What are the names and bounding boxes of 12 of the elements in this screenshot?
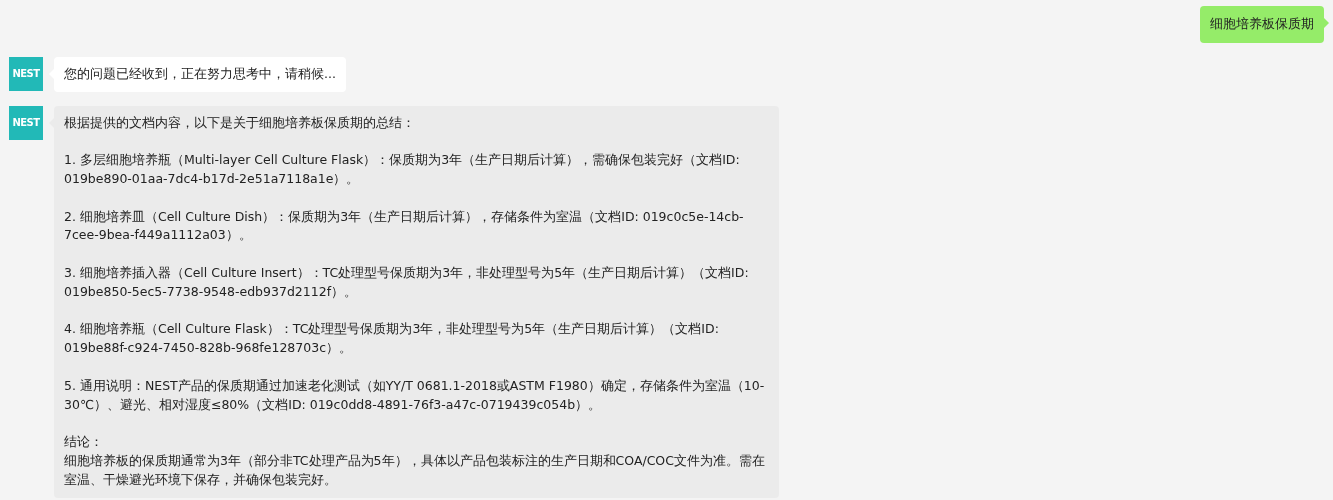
message-text: 4. 细胞培养瓶（Cell Culture Flask）：TC处理型号保质期为3年，非处理型号为5年（生产日期后计算）（文档ID: 019be88f-c924-7450-828b-968fe128703c）。 [64,320,720,358]
message-text: 细胞培养板的保质期通常为3年（部分非TC处理产品为5年），具体以产品包装标注的生产日期和COA/COC文件为准。需在室温、干燥避光环境下保存，并确保包装完好。 [64,451,766,489]
message-text: 根据提供的文档内容，以下是关于细胞培养板保质期的总结： [64,113,416,132]
avatar-logo: NEST [9,105,43,140]
message-text: 1. 多层细胞培养瓶（Multi-layer Cell Culture Flask）：保质期为3年（生产日期后计算），需确保包装完好（文档ID: 019be890-01aa-7dc4-b17d-2e51a7118a1e）。 [64,151,741,188]
message-text: 2. 细胞培养皿（Cell Culture Dish）：保质期为3年（生产日期后计算），存储条件为室温（文档ID: 019c0c5e-14cb-7cee-9bea-f449a1112a03）。 [64,207,745,245]
avatar-logo: NEST [9,56,43,91]
message-text: 5. 通用说明：NEST产品的保质期通过加速老化测试（如YY/T 0681.1-2018或ASTM F1980）确定，存储条件为室温（10-30℃）、避光、相对湿度≤80%（文档ID: 019c0dd8-4891-76f3-a47c-0719439c054b）。 [64,376,766,414]
message-text: 结论： [64,433,104,452]
message-text: 您的问题已经收到，正在努力思考中，请稍候... [64,64,336,83]
message-text: 细胞培养板保质期 [1210,15,1314,33]
message-text: 3. 细胞培养插入器（Cell Culture Insert）：TC处理型号保质期为3年，非处理型号为5年（生产日期后计算）（文档ID: 019be850-5ec5-7738-9548-edb937d2112f）。 [64,263,750,301]
